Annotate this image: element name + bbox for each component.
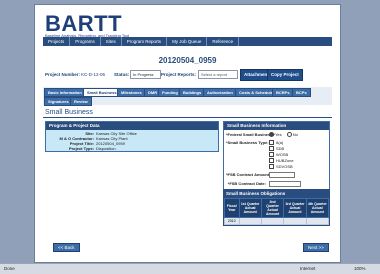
type-sdvosb-checkbox[interactable]: [269, 164, 274, 170]
type-sdb-row: SDB: [269, 146, 285, 152]
tab-signatures[interactable]: Signatures: [44, 97, 73, 106]
tab-bar: Basic Information Small Business Milesto…: [43, 87, 332, 106]
type-hubzone-checkbox[interactable]: [269, 158, 274, 164]
obligations-panel: Small Business Obligations Fiscal Year 1…: [223, 189, 330, 226]
federal-small-business-row: *Federal Small Business? Yes No: [226, 132, 298, 138]
col-q3: 3rd Quarter Actual Amount: [283, 198, 307, 218]
federal-small-business-label: *Federal Small Business?: [226, 132, 275, 137]
type-hubzone-label: HUBZone: [276, 158, 294, 163]
q4-cell[interactable]: [305, 217, 330, 225]
next-button[interactable]: Next >>: [303, 243, 329, 252]
tab-review[interactable]: Review: [70, 97, 92, 106]
nav-item-my-job-queue[interactable]: My Job Queue: [167, 37, 208, 46]
project-reports-label: Project Reports:: [161, 72, 197, 77]
nav-item-projects[interactable]: Projects: [43, 37, 71, 46]
tab-bcrps[interactable]: BCRPs: [272, 88, 294, 97]
fsb-amount-row: *FSB Contract Amount:: [226, 172, 296, 178]
q3-cell[interactable]: [283, 217, 307, 225]
fsb-date-row: *FSB Contract Date:: [226, 181, 302, 187]
project-toolbar: Project Number: KC-D-12-06 Status: In Pr…: [43, 69, 332, 81]
project-reports-select[interactable]: Select a report: [198, 70, 238, 79]
fsb-date-label: *FSB Contract Date:: [227, 181, 266, 187]
fsb-amount-input[interactable]: [269, 172, 296, 178]
nav-item-reference[interactable]: Reference: [207, 37, 240, 46]
program-project-panel: Program & Project Data Site: Kansas City …: [45, 121, 219, 152]
status-text: Done: [4, 266, 15, 271]
tab-bcps[interactable]: BCPs: [292, 88, 311, 97]
table-row: 2012: [224, 217, 330, 225]
type-wosb-checkbox[interactable]: [269, 152, 274, 158]
project-type-value: Disposition: [96, 146, 116, 151]
type-8a-checkbox[interactable]: [269, 140, 275, 146]
type-wosb-label: WOSB: [276, 152, 289, 157]
obligations-table: Fiscal Year 1st Quarter Actual Amount 2n…: [224, 198, 330, 225]
back-button[interactable]: << Back: [53, 243, 80, 252]
small-business-panel: Small Business Information *Federal Smal…: [223, 121, 330, 193]
tab-costs-schedule[interactable]: Costs & Schedule: [235, 88, 278, 97]
federal-no-radio[interactable]: [286, 132, 292, 138]
status-label: Status:: [114, 72, 130, 77]
obligations-header-row: Fiscal Year 1st Quarter Actual Amount 2n…: [224, 198, 330, 218]
project-type-label: Project Type:: [68, 146, 94, 151]
program-panel-header: Program & Project Data: [46, 122, 218, 130]
section-divider: [43, 117, 332, 118]
project-type-row: Project Type: Disposition: [48, 146, 116, 151]
type-sdb-label: SDB: [276, 146, 285, 151]
fiscal-year-cell: 2012: [224, 217, 240, 225]
federal-yes-label: Yes: [275, 132, 282, 137]
type-sdvosb-row: SDVOSB: [269, 164, 293, 170]
type-sdvosb-label: SDVOSB: [276, 164, 293, 169]
status-select[interactable]: In Progress: [130, 70, 161, 79]
q2-cell[interactable]: [260, 217, 285, 225]
col-q2: 2nd Quarter Actual Amount: [260, 198, 285, 218]
project-number-value: KC-D-12-06: [81, 72, 106, 77]
app-window: BARTT Baseline Analysis, Reporting, and …: [34, 4, 341, 263]
business-type-label: *Small Business Type:: [226, 140, 269, 145]
type-8a-label: 8(a): [276, 140, 284, 145]
fsb-amount-label: *FSB Contract Amount:: [226, 172, 271, 178]
nav-item-sites[interactable]: Sites: [101, 37, 122, 46]
copy-project-button[interactable]: Copy Project: [267, 69, 303, 81]
tab-basic-information[interactable]: Basic Information: [44, 88, 86, 97]
tab-buildings[interactable]: Buildings: [179, 88, 206, 97]
small-business-panel-body: *Federal Small Business? Yes No *Small B…: [224, 130, 329, 192]
tab-authorization[interactable]: Authorization: [203, 88, 237, 97]
obligations-header: Small Business Obligations: [224, 190, 329, 198]
tab-milestones[interactable]: Milestones: [117, 88, 146, 97]
type-hubzone-row: HUBZone: [269, 158, 294, 164]
nav-item-programs[interactable]: Programs: [70, 37, 101, 46]
project-number-label: Project Number:: [45, 72, 81, 77]
business-type-row: *Small Business Type: 8(a): [226, 140, 284, 146]
small-business-panel-header: Small Business Information: [224, 122, 329, 130]
federal-no-label: No: [292, 132, 298, 137]
status-zoom[interactable]: 100%: [354, 266, 366, 271]
col-fiscal-year: Fiscal Year: [224, 198, 240, 218]
fsb-date-input[interactable]: [269, 181, 302, 187]
nav-item-program-reports[interactable]: Program Reports: [122, 37, 168, 46]
q1-cell[interactable]: [238, 217, 262, 225]
main-nav: Projects Programs Sites Program Reports …: [43, 37, 332, 46]
section-title: Small Business: [45, 109, 93, 116]
browser-status-bar: Done Internet 100%: [0, 263, 380, 274]
tab-small-business[interactable]: Small Business: [83, 88, 121, 97]
type-wosb-row: WOSB: [269, 152, 289, 158]
program-panel-body: Site: Kansas City Site Office M & O Contr…: [46, 130, 218, 151]
record-title: 20120504_0959: [158, 56, 217, 65]
type-sdb-checkbox[interactable]: [269, 146, 274, 152]
col-q4: 4th Quarter Actual Amount: [305, 198, 330, 218]
status-zone: Internet: [300, 266, 316, 271]
col-q1: 1st Quarter Actual Amount: [238, 198, 262, 218]
